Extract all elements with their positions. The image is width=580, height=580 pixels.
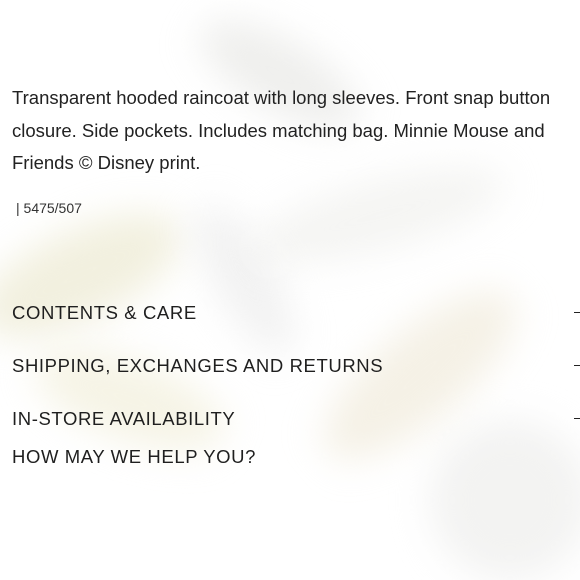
plus-icon[interactable] (574, 412, 580, 425)
product-accordion: CONTENTS & CARE SHIPPING, EXCHANGES AND … (12, 286, 580, 445)
plus-icon[interactable] (574, 306, 580, 319)
accordion-label: SHIPPING, EXCHANGES AND RETURNS (12, 354, 384, 376)
accordion-label: IN-STORE AVAILABILITY (12, 407, 236, 429)
accordion-in-store-availability[interactable]: IN-STORE AVAILABILITY (12, 392, 580, 445)
plus-icon[interactable] (574, 359, 580, 372)
accordion-label: CONTENTS & CARE (12, 301, 197, 323)
accordion-contents-care[interactable]: CONTENTS & CARE (12, 286, 580, 339)
product-description: Transparent hooded raincoat with long sl… (12, 87, 551, 173)
accordion-shipping-returns[interactable]: SHIPPING, EXCHANGES AND RETURNS (12, 339, 580, 392)
product-info: Transparent hooded raincoat with long sl… (12, 82, 572, 216)
help-link[interactable]: HOW MAY WE HELP YOU? (12, 446, 256, 468)
product-reference: | 5475/507 (16, 199, 82, 216)
